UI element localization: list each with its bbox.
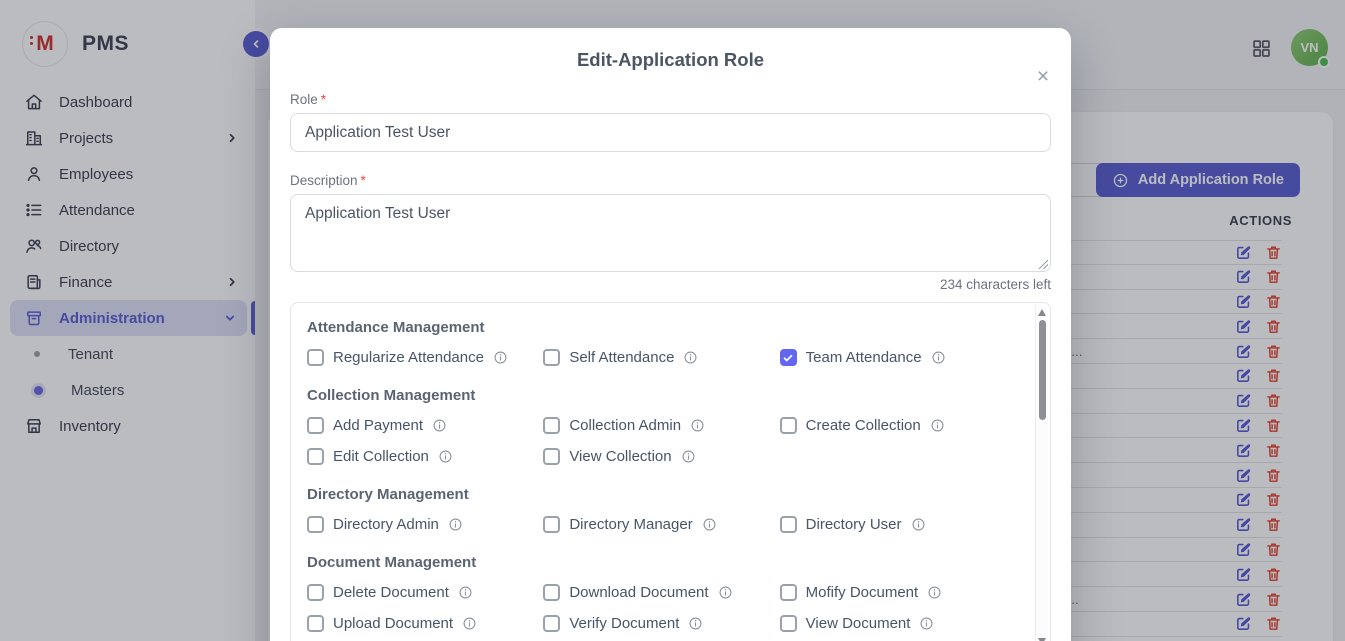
info-icon[interactable] — [919, 616, 934, 631]
checkbox[interactable] — [307, 417, 324, 434]
permission-checkbox-item[interactable]: Self Attendance — [543, 349, 779, 366]
checkbox[interactable] — [543, 349, 560, 366]
permission-label: Collection Admin — [569, 417, 681, 434]
permission-section: Document Management Delete Document Down… — [307, 554, 1016, 632]
info-icon[interactable] — [432, 418, 447, 433]
permission-checkbox-item[interactable]: Regularize Attendance — [307, 349, 543, 366]
permission-section-title: Document Management — [307, 554, 1016, 571]
permission-label: View Collection — [569, 448, 671, 465]
permission-section: Directory Management Directory Admin Dir… — [307, 486, 1016, 533]
checkbox[interactable] — [543, 448, 560, 465]
info-icon[interactable] — [681, 449, 696, 464]
permission-checkbox-item[interactable]: Verify Document — [543, 615, 779, 632]
permission-label: Upload Document — [333, 615, 453, 632]
checkbox[interactable] — [780, 584, 797, 601]
info-icon[interactable] — [911, 517, 926, 532]
permission-label: Mofify Document — [806, 584, 919, 601]
checkbox[interactable] — [543, 516, 560, 533]
description-textarea[interactable]: Application Test User — [290, 194, 1051, 272]
permission-label: Directory User — [806, 516, 902, 533]
permission-label: View Document — [806, 615, 911, 632]
info-icon[interactable] — [683, 350, 698, 365]
info-icon[interactable] — [462, 616, 477, 631]
permission-checkbox-item[interactable]: Edit Collection — [307, 448, 543, 465]
permission-checkbox-item[interactable]: Delete Document — [307, 584, 543, 601]
permission-label: Edit Collection — [333, 448, 429, 465]
permission-label: Verify Document — [569, 615, 679, 632]
permission-label: Regularize Attendance — [333, 349, 484, 366]
permission-checkbox-item[interactable]: Directory User — [780, 516, 1016, 533]
role-input[interactable] — [290, 113, 1051, 152]
checkbox[interactable] — [780, 615, 797, 632]
characters-left-counter: 234 characters left — [290, 277, 1051, 292]
permission-label: Create Collection — [806, 417, 921, 434]
checkbox[interactable] — [780, 516, 797, 533]
permission-checkbox-item[interactable]: Download Document — [543, 584, 779, 601]
checkbox[interactable] — [543, 615, 560, 632]
permission-label: Self Attendance — [569, 349, 674, 366]
info-icon[interactable] — [458, 585, 473, 600]
info-icon[interactable] — [438, 449, 453, 464]
modal-title: Edit-Application Role — [290, 49, 1051, 71]
permission-checkbox-item[interactable]: Upload Document — [307, 615, 543, 632]
permission-checkbox-item[interactable]: Team Attendance — [780, 349, 1016, 366]
checkbox[interactable] — [307, 448, 324, 465]
resize-handle-icon[interactable] — [1039, 260, 1048, 269]
permission-label: Directory Admin — [333, 516, 439, 533]
scroll-up-icon[interactable] — [1038, 309, 1046, 316]
permission-checkbox-item[interactable]: Add Payment — [307, 417, 543, 434]
permission-label: Add Payment — [333, 417, 423, 434]
info-icon[interactable] — [688, 616, 703, 631]
permissions-panel: Attendance Management Regularize Attenda… — [290, 302, 1051, 641]
permissions-sections: Attendance Management Regularize Attenda… — [307, 319, 1016, 632]
info-icon[interactable] — [931, 350, 946, 365]
permission-checkbox-item[interactable]: Collection Admin — [543, 417, 779, 434]
permission-section: Collection Management Add Payment Collec… — [307, 387, 1016, 465]
info-icon[interactable] — [930, 418, 945, 433]
checkbox[interactable] — [780, 417, 797, 434]
permission-label: Download Document — [569, 584, 708, 601]
permission-checkbox-item[interactable]: Directory Manager — [543, 516, 779, 533]
info-icon[interactable] — [690, 418, 705, 433]
info-icon[interactable] — [448, 517, 463, 532]
checkbox[interactable] — [307, 584, 324, 601]
permission-label: Directory Manager — [569, 516, 692, 533]
info-icon[interactable] — [927, 585, 942, 600]
permission-label: Team Attendance — [806, 349, 922, 366]
permission-checkbox-item[interactable]: Mofify Document — [780, 584, 1016, 601]
permissions-scrollbar[interactable] — [1035, 305, 1048, 641]
permission-section-title: Attendance Management — [307, 319, 1016, 336]
edit-application-role-modal: × Edit-Application Role Role* Descriptio… — [270, 28, 1071, 641]
info-icon[interactable] — [493, 350, 508, 365]
scrollbar-thumb[interactable] — [1039, 320, 1046, 420]
checkbox[interactable] — [543, 417, 560, 434]
close-icon[interactable]: × — [1031, 64, 1055, 88]
required-asterisk: * — [361, 173, 366, 188]
permission-checkbox-item[interactable]: Create Collection — [780, 417, 1016, 434]
info-icon[interactable] — [702, 517, 717, 532]
permission-checkbox-item[interactable]: View Document — [780, 615, 1016, 632]
checkbox[interactable] — [307, 615, 324, 632]
application-root: M PMS Dashboard Projects Employees Atten… — [0, 0, 1345, 641]
checkbox-checked[interactable] — [780, 349, 797, 366]
checkbox[interactable] — [307, 349, 324, 366]
permission-checkbox-item[interactable]: View Collection — [543, 448, 779, 465]
description-label: Description* — [290, 173, 1051, 188]
permission-section: Attendance Management Regularize Attenda… — [307, 319, 1016, 366]
permission-section-title: Directory Management — [307, 486, 1016, 503]
role-label: Role* — [290, 92, 1051, 107]
permission-section-title: Collection Management — [307, 387, 1016, 404]
required-asterisk: * — [321, 92, 326, 107]
checkbox[interactable] — [307, 516, 324, 533]
permission-label: Delete Document — [333, 584, 449, 601]
permission-checkbox-item[interactable]: Directory Admin — [307, 516, 543, 533]
checkbox[interactable] — [543, 584, 560, 601]
info-icon[interactable] — [718, 585, 733, 600]
